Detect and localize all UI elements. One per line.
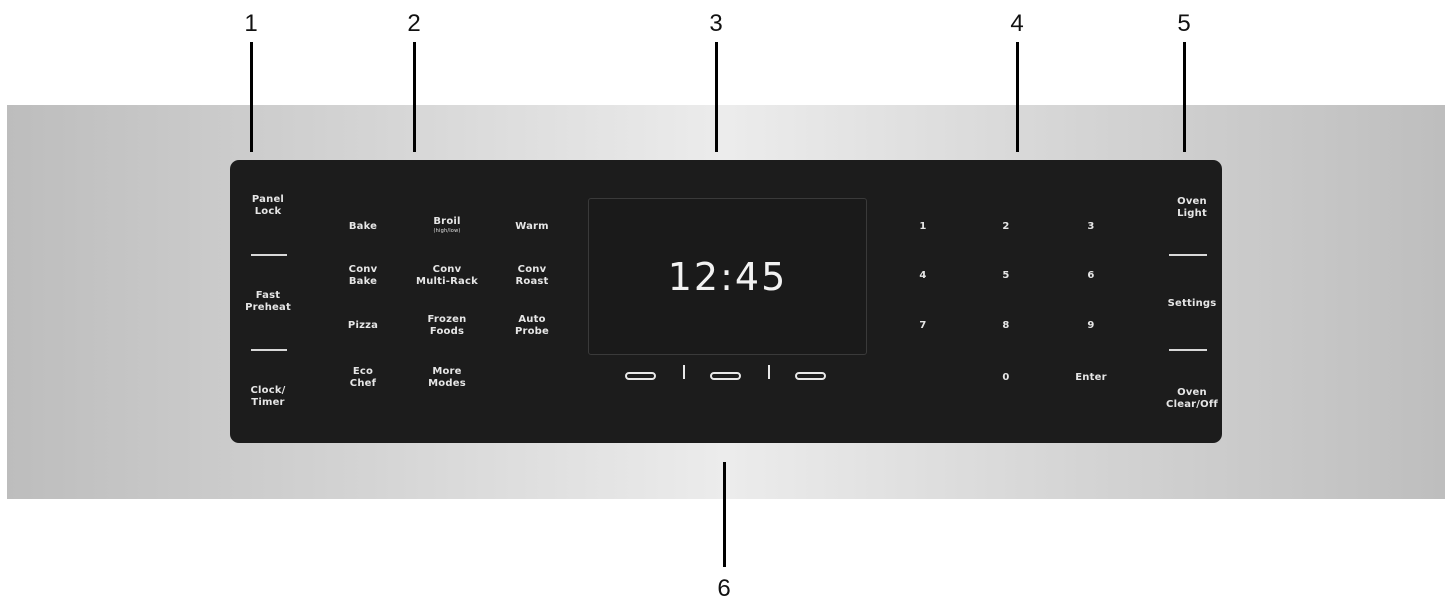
frozen-foods-label-line1: Frozen [427, 314, 467, 325]
oven-clear-off-button[interactable]: Oven Clear/Off [1147, 387, 1237, 411]
callout-line-5 [1183, 42, 1186, 152]
conv-bake-button[interactable]: Conv Bake [318, 264, 408, 288]
broil-label: Broil [433, 216, 461, 227]
frozen-foods-label-line2: Foods [429, 326, 465, 337]
clock-readout: 12:45 [667, 255, 788, 299]
settings-button[interactable]: Settings [1147, 298, 1237, 310]
oven-display: 12:45 [588, 198, 867, 355]
oven-light-label-line2: Light [1177, 208, 1207, 219]
clock-timer-button[interactable]: Clock/ Timer [223, 385, 313, 409]
auto-probe-button[interactable]: Auto Probe [487, 314, 577, 338]
soft-key-separator-2 [768, 365, 770, 379]
more-modes-button[interactable]: More Modes [402, 366, 492, 390]
callout-2: 2 [407, 10, 421, 37]
callout-1: 1 [244, 10, 258, 37]
fast-preheat-label-line2: Preheat [245, 302, 291, 313]
callout-4: 4 [1010, 10, 1024, 37]
conv-roast-label-line2: Roast [515, 276, 549, 287]
broil-sublabel: (high/low) [433, 228, 461, 234]
auto-probe-label-line2: Probe [514, 326, 550, 337]
bake-button[interactable]: Bake [318, 221, 408, 233]
conv-multi-rack-button[interactable]: Conv Multi-Rack [402, 264, 492, 288]
right-divider-1 [1169, 254, 1207, 256]
conv-multi-rack-label-line1: Conv [432, 264, 462, 275]
keypad-5[interactable]: 5 [961, 270, 1051, 282]
auto-probe-label-line1: Auto [518, 314, 546, 325]
clock-timer-label-line1: Clock/ [250, 385, 286, 396]
panel-lock-label-line2: Lock [254, 206, 282, 217]
eco-chef-label-line1: Eco [352, 366, 374, 377]
pizza-button[interactable]: Pizza [318, 320, 408, 332]
enter-button[interactable]: Enter [1046, 372, 1136, 384]
keypad-1[interactable]: 1 [878, 221, 968, 233]
oven-light-button[interactable]: Oven Light [1147, 196, 1237, 220]
broil-button[interactable]: Broil (high/low) [402, 216, 492, 234]
conv-bake-label-line1: Conv [348, 264, 378, 275]
left-divider-2 [251, 349, 287, 351]
eco-chef-button[interactable]: Eco Chef [318, 366, 408, 390]
soft-key-left[interactable] [625, 372, 656, 380]
soft-key-separator-1 [683, 365, 685, 379]
oven-control-panel: Panel Lock Fast Preheat Clock/ Timer Bak… [230, 160, 1222, 443]
keypad-0[interactable]: 0 [961, 372, 1051, 384]
keypad-4[interactable]: 4 [878, 270, 968, 282]
right-divider-2 [1169, 349, 1207, 351]
panel-lock-label-line1: Panel [251, 194, 285, 205]
keypad-9[interactable]: 9 [1046, 320, 1136, 332]
keypad-7[interactable]: 7 [878, 320, 968, 332]
frozen-foods-button[interactable]: Frozen Foods [402, 314, 492, 338]
oven-clear-off-label-line1: Oven [1177, 387, 1207, 398]
eco-chef-label-line2: Chef [349, 378, 377, 389]
panel-lock-button[interactable]: Panel Lock [223, 194, 313, 218]
callout-line-6 [723, 462, 726, 567]
warm-button[interactable]: Warm [487, 221, 577, 233]
fast-preheat-label-line1: Fast [255, 290, 281, 301]
conv-roast-label-line1: Conv [517, 264, 547, 275]
callout-line-3 [715, 42, 718, 152]
left-divider-1 [251, 254, 287, 256]
conv-bake-label-line2: Bake [348, 276, 378, 287]
more-modes-label-line2: Modes [428, 378, 466, 389]
oven-clear-off-label-line2: Clear/Off [1166, 399, 1218, 410]
callout-line-2 [413, 42, 416, 152]
conv-multi-rack-label-line2: Multi-Rack [416, 276, 478, 287]
keypad-8[interactable]: 8 [961, 320, 1051, 332]
conv-roast-button[interactable]: Conv Roast [487, 264, 577, 288]
callout-5: 5 [1177, 10, 1191, 37]
keypad-6[interactable]: 6 [1046, 270, 1136, 282]
soft-key-center[interactable] [710, 372, 741, 380]
callout-line-1 [250, 42, 253, 152]
callout-line-4 [1016, 42, 1019, 152]
soft-key-right[interactable] [795, 372, 826, 380]
oven-light-label-line1: Oven [1177, 196, 1207, 207]
keypad-3[interactable]: 3 [1046, 221, 1136, 233]
fast-preheat-button[interactable]: Fast Preheat [223, 290, 313, 314]
clock-timer-label-line2: Timer [251, 397, 285, 408]
callout-3: 3 [709, 10, 723, 37]
keypad-2[interactable]: 2 [961, 221, 1051, 233]
more-modes-label-line1: More [432, 366, 462, 377]
